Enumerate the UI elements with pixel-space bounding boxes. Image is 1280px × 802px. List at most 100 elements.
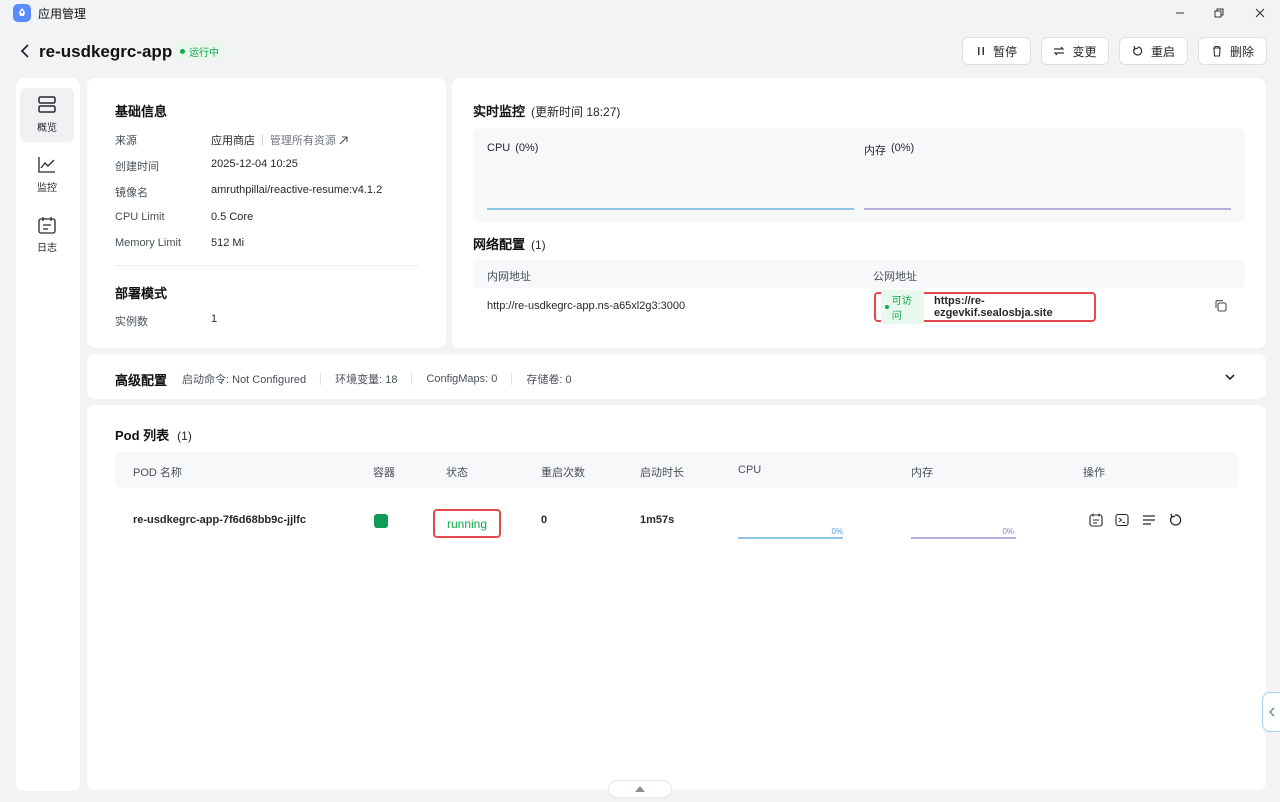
nav-logs-label: 日志: [37, 243, 57, 254]
advanced-summary: 启动命令: Not Configured 环境变量: 18 ConfigMaps…: [182, 371, 572, 387]
list-lines-icon: [1143, 515, 1155, 525]
expand-button[interactable]: [1224, 371, 1236, 385]
pod-detail-button[interactable]: [1089, 513, 1103, 527]
nav-monitor-label: 监控: [37, 183, 57, 194]
monitor-network-card: 实时监控 (更新时间 18:27) CPU (0%) 内存 (0%) 网络配置 …: [452, 78, 1266, 348]
manage-resources-text: 管理所有资源: [269, 135, 336, 147]
container-status-icon[interactable]: [374, 514, 388, 528]
basic-info-title: 基础信息: [115, 104, 168, 119]
col-uptime: 启动时长: [640, 467, 684, 479]
side-panel-toggle[interactable]: [1262, 692, 1280, 732]
public-url-link[interactable]: https://re-ezgevkif.sealosbja.site: [934, 295, 1094, 319]
pause-icon: [977, 47, 984, 55]
network-title: 网络配置: [473, 237, 526, 252]
mem-label-text: 内存: [864, 145, 886, 157]
col-restarts: 重启次数: [541, 467, 585, 479]
mem-line: [864, 208, 1231, 210]
pod-list-title: Pod 列表: [115, 428, 170, 443]
status-text: 运行中: [189, 47, 219, 59]
col-container: 容器: [373, 467, 395, 479]
advanced-storage: 存储卷: 0: [526, 374, 572, 386]
drawer-handle[interactable]: [608, 780, 672, 798]
cpu-line: [487, 208, 854, 210]
restore-icon[interactable]: [1211, 5, 1227, 21]
log-icon: [38, 217, 56, 234]
accessible-dot-icon: [885, 305, 889, 309]
pod-list-count: (1): [177, 429, 192, 443]
terminal-icon: [1115, 513, 1129, 527]
cpu-monitor-label: CPU (0%): [487, 142, 538, 154]
swap-icon: [1054, 46, 1065, 56]
pause-button[interactable]: 暂停: [962, 37, 1031, 65]
restart-button[interactable]: 重启: [1119, 37, 1188, 65]
divider: [411, 373, 413, 385]
restart-icon: [1133, 45, 1143, 56]
image-label: 镜像名: [115, 187, 148, 199]
pod-status: running: [433, 509, 501, 538]
manage-resources-link[interactable]: 管理所有资源: [270, 132, 348, 148]
restart-label: 重启: [1150, 44, 1175, 59]
change-label: 变更: [1072, 44, 1097, 59]
mem-monitor-label: 内存 (0%): [864, 142, 914, 158]
pod-cpu-value: 0%: [831, 527, 843, 536]
col-pod-name: POD 名称: [133, 467, 182, 479]
change-button[interactable]: 变更: [1041, 37, 1109, 65]
source-value: 应用商店 | 管理所有资源: [211, 132, 348, 148]
pod-restart-button[interactable]: [1168, 513, 1182, 527]
side-nav: 概览 监控 日志: [16, 78, 80, 791]
advanced-title: 高级配置: [115, 373, 168, 388]
close-icon[interactable]: [1252, 5, 1268, 21]
pod-name[interactable]: re-usdkegrc-app-7f6d68bb9c-jjlfc: [133, 514, 306, 526]
basic-info-card: 基础信息 来源 应用商店 | 管理所有资源 创建时间 2025-12-04 10…: [87, 78, 446, 348]
minimize-icon[interactable]: [1172, 5, 1188, 21]
pod-uptime: 1m57s: [640, 514, 675, 526]
network-count: (1): [531, 238, 546, 252]
col-public: 公网地址: [873, 271, 917, 283]
window-title: 应用管理: [38, 7, 87, 21]
pause-label: 暂停: [992, 44, 1017, 59]
advanced-config-bar[interactable]: 高级配置 启动命令: Not Configured 环境变量: 18 Confi…: [87, 354, 1266, 399]
monitor-title: 实时监控: [473, 104, 526, 119]
source-text: 应用商店: [211, 135, 255, 147]
copy-button[interactable]: [1214, 299, 1228, 313]
delete-label: 删除: [1229, 44, 1254, 59]
pod-table-header: POD 名称 容器 状态 重启次数 启动时长 CPU 内存 操作: [115, 452, 1238, 488]
created-value: 2025-12-04 10:25: [211, 158, 298, 170]
back-button[interactable]: [16, 42, 34, 60]
monitor-panel: CPU (0%) 内存 (0%): [473, 128, 1245, 222]
memory-limit-label: Memory Limit: [115, 237, 182, 249]
cpu-limit-label: CPU Limit: [115, 211, 165, 223]
chevron-left-icon: [20, 44, 29, 58]
accessible-badge: 可访问: [881, 290, 924, 324]
memory-limit-value: 512 Mi: [211, 237, 245, 249]
nav-monitor[interactable]: 监控: [20, 148, 74, 202]
app-logo-icon: [13, 4, 31, 22]
cpu-label-text: CPU: [487, 142, 511, 154]
mem-value-text: (0%): [891, 142, 915, 154]
advanced-cmd: 启动命令: Not Configured: [182, 374, 307, 386]
internal-url[interactable]: http://re-usdkegrc-app.ns-a65xl2g3:3000: [487, 300, 685, 312]
caret-up-icon: [635, 786, 645, 792]
pod-logs-button[interactable]: [1142, 513, 1156, 527]
replicas-value: 1: [211, 313, 218, 325]
replicas-label: 实例数: [115, 316, 148, 328]
trash-icon: [1212, 45, 1221, 57]
chevron-down-icon: [1225, 374, 1235, 381]
pod-terminal-button[interactable]: [1115, 513, 1129, 527]
col-internal: 内网地址: [487, 271, 531, 283]
nav-logs[interactable]: 日志: [20, 208, 74, 262]
image-value: amruthpillai/reactive-resume:v4.1.2: [211, 184, 383, 196]
cpu-limit-value: 0.5 Core: [211, 211, 254, 223]
delete-button[interactable]: 删除: [1198, 37, 1267, 65]
advanced-env: 环境变量: 18: [335, 374, 398, 386]
pod-restarts: 0: [541, 514, 548, 526]
network-header: 网络配置 (1): [473, 234, 546, 253]
public-address-highlight: 可访问 https://re-ezgevkif.sealosbja.site: [874, 290, 1096, 324]
chevron-left-icon: [1268, 707, 1274, 717]
monitor-header: 实时监控 (更新时间 18:27): [473, 101, 620, 120]
nav-overview-label: 概览: [37, 123, 57, 134]
monitor-updated: (更新时间 18:27): [531, 105, 621, 119]
divider: [511, 373, 513, 385]
title-bar: 应用管理: [0, 0, 1280, 26]
nav-overview[interactable]: 概览: [20, 88, 74, 142]
